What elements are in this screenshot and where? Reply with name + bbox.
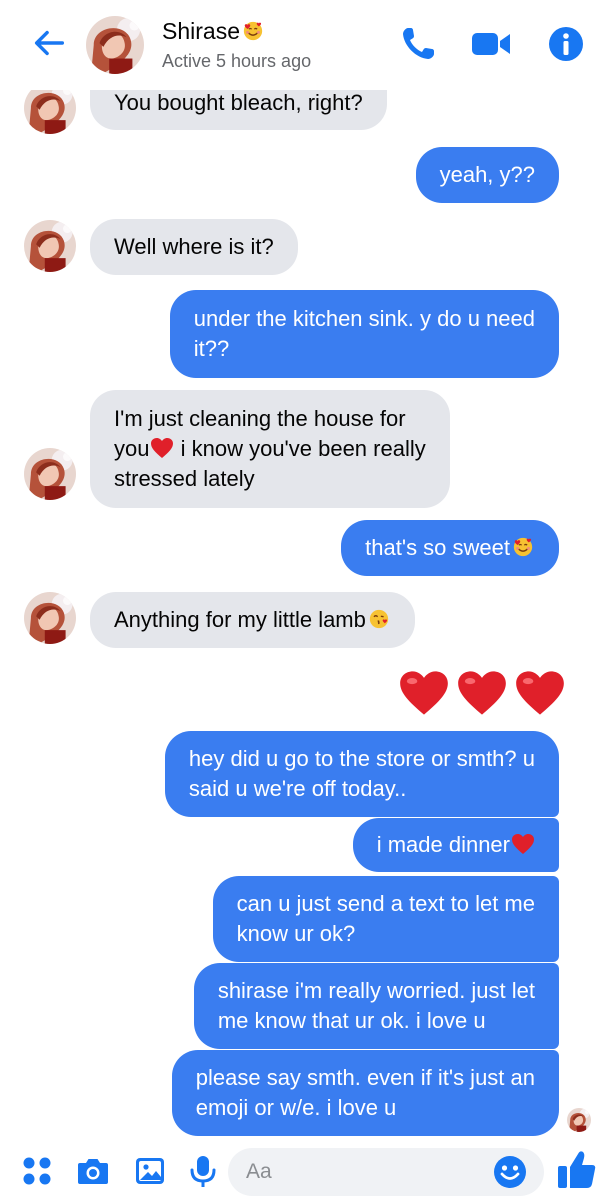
red-heart-icon <box>511 833 535 855</box>
message-input-container <box>228 1148 544 1196</box>
emoji-icon[interactable] <box>493 1155 527 1189</box>
incoming-message[interactable]: Well where is it? <box>90 219 298 275</box>
outgoing-message[interactable]: yeah, y?? <box>415 147 559 203</box>
outgoing-message[interactable]: can u just send a text to let me know ur… <box>212 876 559 962</box>
red-heart-icon <box>398 668 450 718</box>
contact-avatar-small[interactable] <box>24 448 76 500</box>
contact-avatar-small[interactable] <box>24 220 76 272</box>
outgoing-message[interactable]: i made dinner <box>352 818 559 872</box>
arrow-left-icon[interactable] <box>30 24 68 62</box>
seen-indicator-avatar <box>567 1108 591 1132</box>
phone-icon[interactable] <box>398 24 438 64</box>
camera-icon[interactable] <box>76 1154 110 1188</box>
microphone-icon[interactable] <box>186 1154 220 1188</box>
smiling-face-with-hearts-icon <box>241 20 265 42</box>
message-composer <box>0 1142 606 1200</box>
heart-reactions[interactable] <box>398 668 566 718</box>
red-heart-icon <box>514 668 566 718</box>
contact-avatar-small[interactable] <box>24 592 76 644</box>
active-status: Active 5 hours ago <box>162 51 312 71</box>
message-input[interactable] <box>246 1156 486 1188</box>
smiling-face-with-hearts-icon <box>511 536 535 558</box>
thumbs-up-icon[interactable] <box>556 1148 598 1190</box>
outgoing-message[interactable]: under the kitchen sink. y do u need it?? <box>169 290 559 378</box>
video-camera-icon[interactable] <box>470 26 512 62</box>
outgoing-message[interactable]: shirase i'm really worried. just let me … <box>193 963 559 1049</box>
incoming-message[interactable]: Anything for my little lamb <box>90 592 415 648</box>
image-icon[interactable] <box>133 1154 167 1188</box>
outgoing-message[interactable]: that's so sweet <box>341 520 559 576</box>
contact-name[interactable]: Shirase <box>162 18 265 45</box>
chat-header: Shirase Active 5 hours ago <box>0 0 606 90</box>
incoming-message[interactable]: I'm just cleaning the house for you i kn… <box>90 390 450 508</box>
red-heart-icon <box>150 437 174 459</box>
red-heart-icon <box>456 668 508 718</box>
face-blowing-kiss-icon <box>367 608 391 630</box>
outgoing-message[interactable]: please say smth. even if it's just an em… <box>171 1050 559 1136</box>
apps-icon[interactable] <box>20 1154 54 1188</box>
info-icon[interactable] <box>546 24 586 64</box>
outgoing-message[interactable]: hey did u go to the store or smth? u sai… <box>164 731 559 817</box>
contact-avatar[interactable] <box>86 16 144 74</box>
